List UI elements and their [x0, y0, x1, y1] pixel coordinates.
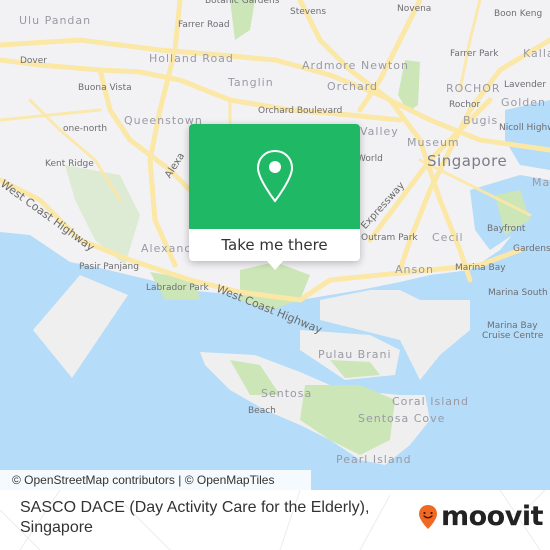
map-label: Boon Keng [494, 9, 543, 19]
map-label: Stevens [290, 7, 327, 17]
take-me-there-button[interactable]: Take me there [189, 229, 360, 261]
map-label: ROCHOR [446, 82, 501, 95]
map-label: Pasir Panjang [79, 262, 139, 272]
map-label: Singapore [427, 152, 508, 170]
place-title: SASCO DACE (Day Activity Care for the El… [20, 499, 370, 536]
map-label: Pulau Brani [318, 348, 392, 361]
map-label: Anson [395, 263, 434, 276]
park [230, 0, 255, 40]
map-label: Nicoll Highw [499, 123, 550, 133]
map-label: Marina Bay [487, 321, 538, 331]
map-label: Marina South Pi [488, 288, 550, 298]
map-label: Novena [397, 4, 432, 14]
map-label: Museum [407, 136, 460, 149]
map-view[interactable]: Ulu Pandan Botanic Gardens Farrer Road S… [0, 0, 550, 490]
map-label: Valley [360, 125, 399, 138]
map-label: Orchard Boulevard [258, 106, 343, 116]
moovit-wordmark: moovit [441, 501, 544, 532]
map-label: Marina Bay [455, 263, 506, 273]
moovit-logo[interactable]: moovit [418, 501, 544, 532]
moovit-pin-icon [419, 504, 437, 529]
map-label: Orchard [327, 80, 379, 93]
map-label: Farrer Road [178, 20, 230, 30]
location-popup: Take me there [189, 124, 360, 270]
map-label: World [357, 154, 383, 164]
map-label: Outram Park [361, 233, 418, 243]
map-label: Golden M [501, 96, 550, 109]
popup-pointer [266, 260, 284, 270]
footer: SASCO DACE (Day Activity Care for the El… [0, 490, 550, 550]
map-label: Cecil [432, 231, 464, 244]
map-label: Botanic Gardens [205, 0, 280, 6]
map-pin-icon [256, 149, 293, 203]
map-label: Kent Ridge [45, 159, 94, 169]
map-label: Rochor [449, 100, 481, 110]
map-label: Ulu Pandan [19, 14, 92, 27]
map-attribution[interactable]: © OpenStreetMap contributors | © OpenMap… [0, 470, 311, 490]
map-label: Dover [20, 56, 47, 66]
map-label: Sentosa [261, 387, 313, 400]
map-label: Buona Vista [78, 83, 132, 93]
map-label: Bugis [463, 114, 499, 127]
popup-header [189, 124, 360, 229]
map-label: Newton [361, 59, 410, 72]
map-label: Bayfront [487, 224, 526, 234]
map-label: Gardens [513, 244, 550, 254]
map-label: Tanglin [228, 76, 274, 89]
map-label: Pearl Island [336, 453, 412, 466]
map-label: Coral Island [392, 395, 469, 408]
map-label: Cruise Centre [482, 331, 544, 341]
map-label: Mar [532, 176, 550, 189]
map-label: Lavender [504, 80, 547, 90]
map-label: Ardmore [302, 59, 357, 72]
map-label: Sentosa Cove [358, 412, 446, 425]
map-label: Holland Road [149, 52, 234, 65]
map-label: one-north [63, 124, 108, 134]
map-label: Beach [248, 406, 276, 416]
map-label: Kalla [523, 47, 550, 60]
map-label: Labrador Park [146, 283, 209, 293]
kallang-water [505, 100, 550, 170]
map-label: Farrer Park [450, 49, 499, 59]
